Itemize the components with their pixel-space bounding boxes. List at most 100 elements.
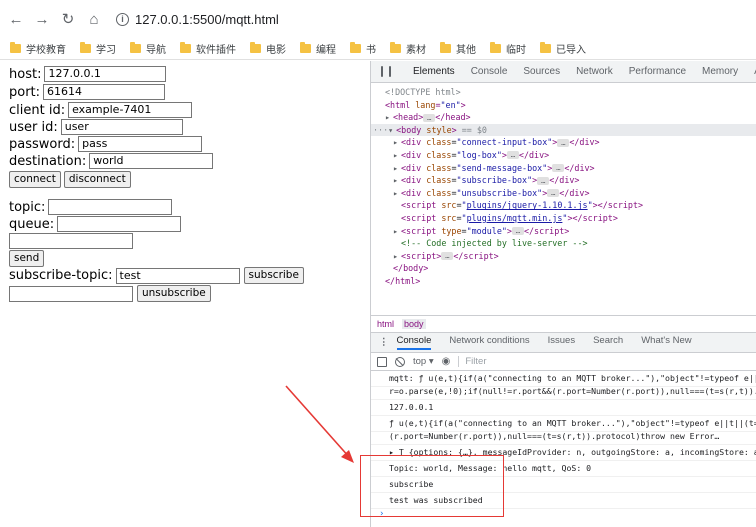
folder-icon — [10, 42, 21, 53]
devtools-tab[interactable]: Console — [471, 66, 508, 77]
devtools-tab[interactable]: Network — [576, 66, 613, 77]
html-open-line[interactable]: <html lang="en"> — [371, 99, 756, 112]
disconnect-button[interactable]: disconnect — [63, 171, 131, 188]
drawer-tab[interactable]: Network conditions — [449, 335, 529, 350]
script-line[interactable]: ▸ <script>… </script> — [371, 250, 756, 263]
drawer-menu-icon[interactable]: ⋮ — [379, 337, 389, 348]
script-src-line[interactable]: <script src="plugins/mqtt.min.js"></scri… — [371, 212, 756, 225]
queue-label: queue: — [9, 216, 55, 232]
drawer-tab[interactable]: Issues — [548, 335, 575, 350]
forward-arrow-icon[interactable]: → — [32, 9, 52, 29]
bookmark-item[interactable]: 编程 — [300, 41, 336, 56]
subscribe-topic-input[interactable]: test — [115, 267, 240, 284]
div-element-line[interactable]: ▸ <div class="log-box">… </div> — [371, 149, 756, 162]
password-input[interactable]: pass — [78, 136, 203, 152]
message-row — [9, 233, 133, 249]
subscribe-row: subscribe-topic: test subscribe — [9, 267, 307, 284]
annotation-highlight-box — [360, 455, 504, 517]
bookmark-item[interactable]: 书 — [350, 41, 376, 56]
bookmark-item[interactable]: 软件插件 — [180, 41, 236, 56]
client-id-label: client id: — [9, 102, 66, 118]
devtools-tab[interactable]: Memory — [702, 66, 738, 77]
breadcrumb: html body — [371, 315, 756, 333]
unsubscribe-row: unsubscribe — [9, 285, 214, 302]
bookmark-item[interactable]: 电影 — [250, 41, 286, 56]
folder-icon — [350, 42, 361, 53]
script-src-line[interactable]: <script src="plugins/jquery-1.10.1.js"><… — [371, 199, 756, 212]
client-id-input[interactable]: example-7401 — [68, 102, 193, 118]
unsubscribe-input[interactable] — [9, 285, 133, 302]
drawer-tab[interactable]: What's New — [641, 335, 691, 350]
devtools-tab[interactable]: Elements — [413, 66, 455, 77]
address-bar[interactable]: i 127.0.0.1:5500/mqtt.html — [116, 12, 279, 27]
sidebar-toggle-icon[interactable] — [377, 356, 387, 367]
url-text[interactable]: 127.0.0.1:5500/mqtt.html — [135, 12, 279, 27]
folder-icon — [300, 42, 311, 53]
topic-input[interactable] — [48, 199, 173, 215]
eye-icon[interactable]: ◉ — [442, 356, 451, 367]
queue-row: queue: — [9, 216, 182, 232]
bookmark-label: 其他 — [456, 45, 476, 56]
subscribe-button[interactable]: subscribe — [243, 267, 304, 284]
folder-icon — [490, 42, 501, 53]
folder-icon — [440, 42, 451, 53]
filter-input[interactable]: Filter — [458, 356, 487, 367]
inspect-element-icon[interactable] — [381, 66, 383, 77]
console-line: r=o.parse(e,!0);if(null!=r.port&&(r.port… — [371, 384, 756, 400]
bookmark-item[interactable]: 导航 — [130, 41, 166, 56]
bookmark-item[interactable]: 学习 — [80, 41, 116, 56]
device-toolbar-icon[interactable] — [389, 66, 391, 77]
back-arrow-icon[interactable]: ← — [6, 9, 26, 29]
bookmark-label: 编程 — [316, 45, 336, 56]
connect-row: connect disconnect — [9, 171, 134, 188]
host-input[interactable]: 127.0.0.1 — [44, 66, 167, 82]
bookmark-item[interactable]: 已导入 — [540, 41, 586, 56]
folder-icon — [130, 42, 141, 53]
home-icon[interactable]: ⌂ — [84, 9, 104, 29]
message-input[interactable] — [9, 233, 133, 249]
context-selector[interactable]: top ▾ — [413, 356, 434, 367]
send-button[interactable]: send — [9, 250, 45, 267]
bookmark-item[interactable]: 素材 — [390, 41, 426, 56]
topic-label: topic: — [9, 199, 46, 215]
user-id-label: user id: — [9, 119, 58, 135]
destination-row: destination: world — [9, 153, 214, 169]
div-element-line[interactable]: ▸ <div class="connect-input-box">… </div> — [371, 136, 756, 149]
body-line[interactable]: ···▾ <body style> == $0 — [371, 123, 756, 137]
div-element-line[interactable]: ▸ <div class="send-message-box">… </div> — [371, 162, 756, 175]
crumb-body[interactable]: body — [402, 319, 426, 329]
live-server-comment: <!-- Code injected by live-server --> — [401, 238, 588, 249]
bookmark-item[interactable]: 临时 — [490, 41, 526, 56]
div-element-line[interactable]: ▸ <div class="unsubscribe-box">… </div> — [371, 187, 756, 200]
bookmark-label: 导航 — [146, 45, 166, 56]
bookmark-item[interactable]: 学校教育 — [10, 41, 66, 56]
crumb-html[interactable]: html — [377, 319, 394, 329]
devtools-tab[interactable]: Performance — [629, 66, 686, 77]
queue-input[interactable] — [57, 216, 182, 232]
user-id-input[interactable]: user — [60, 119, 183, 135]
drawer-tab[interactable]: Console — [396, 335, 432, 350]
clear-console-icon[interactable] — [395, 356, 405, 367]
site-info-icon[interactable]: i — [116, 12, 129, 26]
password-row: password: pass — [9, 136, 203, 152]
bookmark-item[interactable]: 其他 — [440, 41, 476, 56]
head-line[interactable]: ▸ <head>… </head> — [371, 111, 756, 124]
bookmark-label: 临时 — [506, 45, 526, 56]
folder-icon — [250, 42, 261, 53]
port-row: port: 61614 — [9, 84, 166, 100]
destination-label: destination: — [9, 153, 87, 169]
folder-icon — [390, 42, 401, 53]
console-line: 127.0.0.1 — [371, 400, 756, 416]
reload-icon[interactable]: ↻ — [58, 9, 78, 29]
unsubscribe-button[interactable]: unsubscribe — [137, 285, 211, 302]
drawer-tab[interactable]: Search — [593, 335, 623, 350]
console-line: (r.port=Number(r.port)),null===(t=s(r,t)… — [371, 429, 756, 445]
div-element-line[interactable]: ▸ <div class="subscribe-box">… </div> — [371, 174, 756, 187]
module-script-line[interactable]: ▸ <script type="module">… </script> — [371, 225, 756, 238]
folder-icon — [540, 42, 551, 53]
port-input[interactable]: 61614 — [43, 84, 166, 100]
password-label: password: — [9, 136, 76, 152]
devtools-tab[interactable]: Sources — [523, 66, 560, 77]
connect-button[interactable]: connect — [9, 171, 61, 188]
destination-input[interactable]: world — [89, 153, 214, 169]
